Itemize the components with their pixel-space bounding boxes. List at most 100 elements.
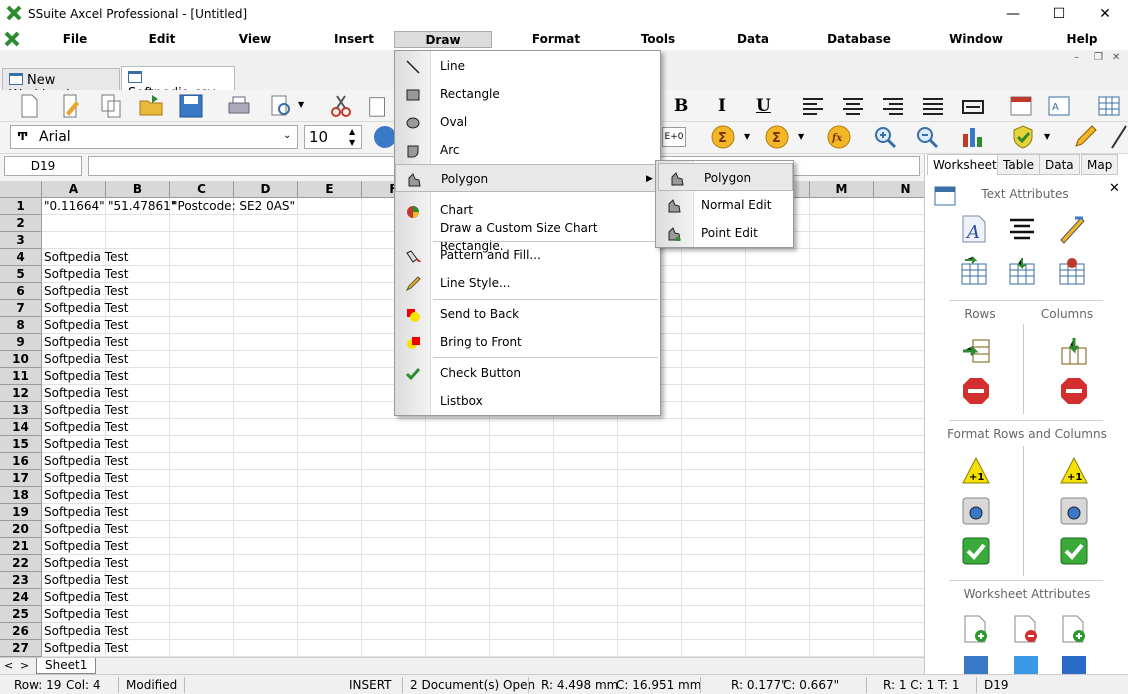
cell-a26[interactable]: Softpedia Test [42,623,170,640]
cell-a1[interactable]: "0.11664" [42,198,106,215]
copy-document-icon[interactable] [98,93,124,119]
column-width-dial-icon[interactable] [1059,496,1089,526]
cell-a16[interactable]: Softpedia Test [42,453,170,470]
row-header[interactable]: 17 [0,470,42,487]
insert-column-icon[interactable] [1059,336,1089,366]
cell-a13[interactable]: Softpedia Test [42,402,170,419]
cell-a7[interactable]: Softpedia Test [42,300,170,317]
security-dropdown-icon[interactable]: ▼ [1044,132,1050,141]
mdi-close-icon[interactable]: ✕ [1112,52,1120,63]
autosum-icon[interactable]: Σ [710,124,736,150]
panel-close-icon[interactable]: ✕ [1109,181,1120,196]
apply-column-format-icon[interactable] [1059,536,1089,566]
row-header[interactable]: 22 [0,555,42,572]
row-height-dial-icon[interactable] [961,496,991,526]
column-header-e[interactable]: E [298,181,362,198]
scroll-right-icon[interactable]: > [20,659,29,672]
underline-button[interactable]: U [756,96,771,116]
row-header[interactable]: 12 [0,385,42,402]
add-worksheet-icon[interactable] [961,614,991,644]
cell-a4[interactable]: Softpedia Test [42,249,170,266]
cell-c1[interactable]: "Postcode: SE2 0AS" [170,198,330,215]
column-header-n[interactable]: N [874,181,924,198]
sheet-tab-sheet1[interactable]: Sheet1 [36,658,96,674]
row-header[interactable]: 21 [0,538,42,555]
copy-worksheet-icon[interactable] [1059,614,1089,644]
text-align-icon[interactable] [1007,214,1037,244]
menu-item-line-style[interactable]: Line Style... [395,269,660,297]
open-folder-icon[interactable] [138,93,164,119]
font-name-select[interactable]: Ͳ Arial ⌄ [10,125,298,149]
menu-item-polygon[interactable]: Polygon ▶ [395,164,660,192]
cell-a15[interactable]: Softpedia Test [42,436,170,453]
menu-database[interactable]: Database [826,31,892,48]
insert-row-icon[interactable] [961,336,991,366]
italic-button[interactable]: I [718,96,726,116]
row-header[interactable]: 27 [0,640,42,657]
scientific-format-icon[interactable]: E+0 [662,127,686,147]
menu-help[interactable]: Help [1060,31,1104,48]
cell-a23[interactable]: Softpedia Test [42,572,170,589]
sum-function-icon[interactable]: Σ [764,124,790,150]
minimize-button[interactable]: — [990,0,1036,28]
panel-tab-worksheet[interactable]: Worksheet [927,154,1003,175]
row-header[interactable]: 11 [0,368,42,385]
row-header[interactable]: 6 [0,283,42,300]
cell-a5[interactable]: Softpedia Test [42,266,170,283]
row-header[interactable]: 19 [0,504,42,521]
close-button[interactable]: ✕ [1082,0,1128,28]
column-header-d[interactable]: D [234,181,298,198]
bar-chart-icon[interactable] [960,124,986,150]
column-header-a[interactable]: A [42,181,106,198]
column-header-c[interactable]: C [170,181,234,198]
submenu-item-polygon[interactable]: Polygon [658,163,793,191]
row-header[interactable]: 25 [0,606,42,623]
menu-insert[interactable]: Insert [328,31,380,48]
panel-tab-data[interactable]: Data [1039,154,1080,175]
row-header[interactable]: 9 [0,334,42,351]
menu-item-chart[interactable]: Chart Draw a Custom Size Chart Rectangle… [395,196,660,253]
save-icon[interactable] [178,93,204,119]
column-header-b[interactable]: B [106,181,170,198]
submenu-item-normal-edit[interactable]: Normal Edit [656,191,793,219]
row-header[interactable]: 26 [0,623,42,640]
worksheet-tab-icon[interactable] [1011,654,1041,674]
menu-view[interactable]: View [232,31,278,48]
print-preview-icon[interactable] [268,93,294,119]
cell-a10[interactable]: Softpedia Test [42,351,170,368]
cell-a14[interactable]: Softpedia Test [42,419,170,436]
stepper-down-icon[interactable]: ▼ [349,138,355,147]
cell-a12[interactable]: Softpedia Test [42,385,170,402]
align-right-icon[interactable] [880,94,906,120]
panel-tab-table[interactable]: Table [997,154,1041,175]
tab-softpedia-csv[interactable]: Softpedia.csv [121,66,235,101]
row-header[interactable]: 20 [0,521,42,538]
new-document-icon[interactable] [16,93,42,119]
tab-new-workbook[interactable]: New Workbook [2,68,120,103]
help-circle-icon[interactable] [374,126,396,148]
justify-icon[interactable] [920,94,946,120]
cell-a18[interactable]: Softpedia Test [42,487,170,504]
print-icon[interactable] [226,93,252,119]
row-header[interactable]: 13 [0,402,42,419]
apply-row-format-icon[interactable] [961,536,991,566]
print-preview-dropdown-icon[interactable]: ▼ [298,100,304,109]
row-header[interactable]: 16 [0,453,42,470]
cell-a11[interactable]: Softpedia Test [42,368,170,385]
font-style-icon[interactable]: A [959,214,989,244]
bold-button[interactable]: B [674,96,688,116]
cell-b1[interactable]: "51.47861" [106,198,176,215]
panel-tab-map[interactable]: Map [1081,154,1119,175]
row-header[interactable]: 7 [0,300,42,317]
pencil-icon[interactable] [1072,124,1098,150]
select-all-corner[interactable] [0,181,42,198]
menu-item-bring-to-front[interactable]: Bring to Front [395,328,660,356]
menu-data[interactable]: Data [732,31,774,48]
insert-cells-icon[interactable] [959,256,989,286]
row-header[interactable]: 5 [0,266,42,283]
row-header[interactable]: 2 [0,215,42,232]
row-header[interactable]: 4 [0,249,42,266]
row-header[interactable]: 8 [0,317,42,334]
menu-item-arc[interactable]: Arc [395,136,660,164]
cell-a22[interactable]: Softpedia Test [42,555,170,572]
